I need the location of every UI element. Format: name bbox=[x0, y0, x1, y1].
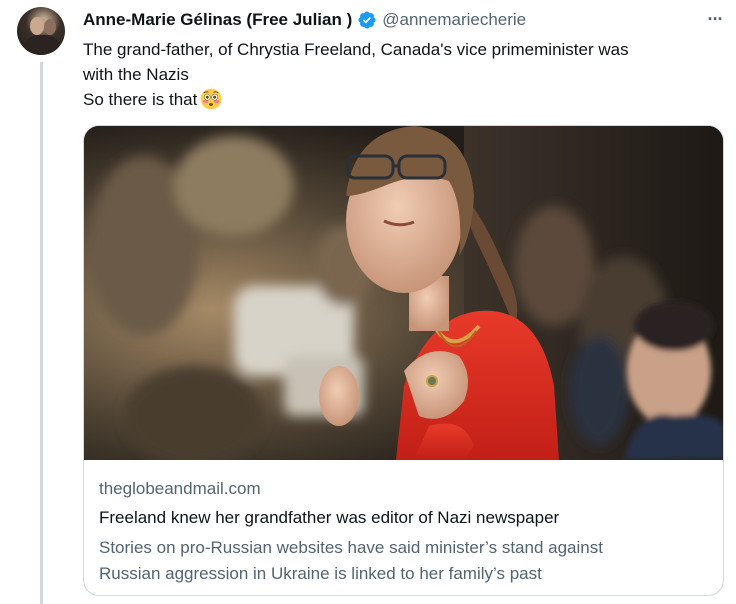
card-domain[interactable]: theglobeandmail.com bbox=[99, 478, 709, 500]
flushed-face-emoji-icon bbox=[200, 88, 222, 109]
tweet-header: Anne-Marie Gélinas (Free Julian ) @annem… bbox=[83, 9, 526, 31]
avatar-face-secondary bbox=[44, 19, 56, 35]
tweet-text: The grand-father, of Chrystia Freeland, … bbox=[83, 37, 723, 112]
card-description: Stories on pro-Russian websites have sai… bbox=[99, 535, 709, 587]
card-meta: theglobeandmail.com Freeland knew her gr… bbox=[99, 478, 709, 587]
tweet-text-line: with the Nazis bbox=[83, 65, 189, 84]
avatar[interactable] bbox=[17, 7, 65, 55]
avatar-face bbox=[30, 17, 44, 35]
avatar-figure bbox=[25, 35, 59, 55]
more-options-icon[interactable]: ··· bbox=[702, 8, 728, 30]
card-description-line: Stories on pro-Russian websites have sai… bbox=[99, 538, 603, 557]
thread-line bbox=[40, 62, 43, 604]
tweet-text-line: The grand-father, of Chrystia Freeland, … bbox=[83, 40, 629, 59]
card-description-line: Russian aggression in Ukraine is linked … bbox=[99, 564, 542, 583]
tweet-text-line: So there is that bbox=[83, 90, 198, 109]
author-handle[interactable]: @annemariecherie bbox=[382, 10, 526, 30]
verified-badge-icon[interactable] bbox=[357, 10, 377, 30]
author-display-name[interactable]: Anne-Marie Gélinas (Free Julian ) bbox=[83, 10, 352, 30]
tweet-text-line-with-emoji: So there is that bbox=[83, 87, 723, 112]
card-image[interactable] bbox=[84, 126, 723, 460]
card-photo bbox=[84, 126, 723, 460]
card-title[interactable]: Freeland knew her grandfather was editor… bbox=[99, 507, 709, 529]
link-card[interactable]: theglobeandmail.com Freeland knew her gr… bbox=[83, 125, 724, 596]
